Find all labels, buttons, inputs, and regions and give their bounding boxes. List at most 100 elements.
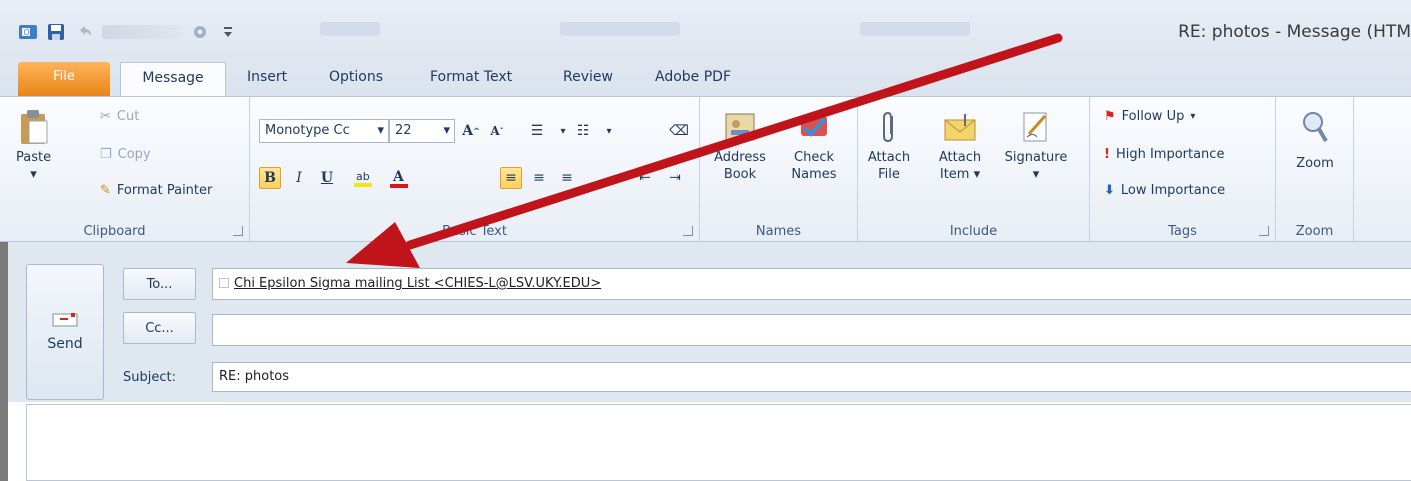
align-right-icon[interactable]: ≡ <box>556 167 578 189</box>
window-title: RE: photos - Message (HTM <box>1178 22 1411 42</box>
ribbon: Paste ▾ ✂ Cut ❐ Copy ✎ Format Painter Cl… <box>0 96 1411 243</box>
envelope-attach-icon <box>943 109 977 145</box>
follow-up-dropdown-icon: ▾ <box>1190 111 1196 122</box>
low-importance-button[interactable]: ⬇ Low Importance <box>1104 183 1225 198</box>
zoom-group: Zoom Zoom <box>1276 97 1354 243</box>
font-size-select[interactable]: 22 ▾ <box>389 119 455 143</box>
clear-formatting-icon[interactable]: ⌫ <box>668 120 690 142</box>
outlook-app-icon[interactable]: O <box>18 22 38 42</box>
include-group-label: Include <box>949 224 998 239</box>
copy-button[interactable]: ❐ Copy <box>100 147 151 162</box>
options-icon[interactable] <box>190 22 210 42</box>
basic-text-group: Monotype Cc ▾ 22 ▾ A ^ Aˇ ☰ ▾ ☷ ▾ ⌫ B I U… <box>250 97 700 243</box>
signature-button[interactable]: Signature ▾ <box>1000 109 1072 183</box>
attach-item-dropdown-icon[interactable]: ▾ <box>974 167 981 182</box>
recipient-checkbox-icon <box>219 278 229 288</box>
tags-group: ⚑ Follow Up ▾ ! High Importance ⬇ Low Im… <box>1090 97 1276 243</box>
highlight-icon[interactable]: ab <box>352 167 374 189</box>
grow-font-icon[interactable]: A ^ <box>460 120 482 142</box>
send-button[interactable]: Send <box>26 264 104 400</box>
svg-text:ab: ab <box>356 170 370 183</box>
svg-text:A: A <box>392 169 405 185</box>
tab-adobe-pdf[interactable]: Adobe PDF <box>655 62 731 96</box>
scissors-icon: ✂ <box>100 109 111 124</box>
zoom-button[interactable]: Zoom <box>1284 109 1346 172</box>
font-color-icon[interactable]: A <box>388 167 410 189</box>
ribbon-tabs: File Message Insert Options Format Text … <box>0 58 1411 96</box>
title-bar: O RE: photos - Message (HTM <box>0 0 1411 58</box>
basic-text-dialog-launcher-icon[interactable] <box>683 226 693 236</box>
cc-button[interactable]: Cc... <box>123 312 196 344</box>
blurred-region <box>860 22 970 36</box>
clipboard-dialog-launcher-icon[interactable] <box>233 226 243 236</box>
high-importance-button[interactable]: ! High Importance <box>1104 147 1224 162</box>
check-names-icon <box>797 109 831 145</box>
tab-options[interactable]: Options <box>329 62 383 96</box>
bullets-dropdown-icon[interactable]: ▾ <box>552 120 574 142</box>
flag-icon: ⚑ <box>1104 109 1116 124</box>
exclamation-icon: ! <box>1104 147 1110 162</box>
format-painter-button[interactable]: ✎ Format Painter <box>100 183 212 198</box>
paste-button[interactable]: Paste ▾ <box>16 109 51 183</box>
magnifier-icon <box>1298 109 1332 145</box>
tab-format-text[interactable]: Format Text <box>430 62 512 96</box>
tab-message[interactable]: Message <box>120 62 226 96</box>
subject-label: Subject: <box>123 370 176 385</box>
numbering-icon[interactable]: ☷ <box>572 120 594 142</box>
align-center-icon[interactable]: ≡ <box>528 167 550 189</box>
names-group: Address Book Check Names Names <box>700 97 858 243</box>
attach-item-button[interactable]: Attach Item ▾ <box>932 109 988 183</box>
font-size-dropdown-icon: ▾ <box>443 123 450 138</box>
align-left-icon[interactable]: ≡ <box>500 167 522 189</box>
font-name-select[interactable]: Monotype Cc ▾ <box>259 119 389 143</box>
send-envelope-icon <box>52 312 78 332</box>
increase-indent-icon[interactable]: ⇥ <box>664 167 686 189</box>
paperclip-icon <box>872 109 906 145</box>
zoom-group-label: Zoom <box>1295 224 1334 239</box>
cc-field[interactable] <box>212 314 1411 346</box>
paste-icon <box>17 109 51 145</box>
underline-button[interactable]: U <box>316 167 338 189</box>
clipboard-group: Paste ▾ ✂ Cut ❐ Copy ✎ Format Painter Cl… <box>0 97 250 243</box>
include-group: Attach File Attach Item ▾ Signature ▾ In… <box>858 97 1090 243</box>
decrease-indent-icon[interactable]: ⇤ <box>634 167 656 189</box>
down-arrow-icon: ⬇ <box>1104 183 1115 198</box>
address-book-icon <box>723 109 757 145</box>
shrink-font-icon[interactable]: Aˇ <box>486 120 508 142</box>
tab-review[interactable]: Review <box>563 62 613 96</box>
check-names-button[interactable]: Check Names <box>784 109 844 183</box>
to-field[interactable]: Chi Epsilon Sigma mailing List <CHIES-L@… <box>212 268 1411 300</box>
signature-icon <box>1019 109 1053 145</box>
redo-icon[interactable] <box>102 25 182 39</box>
subject-field[interactable]: RE: photos <box>212 362 1411 392</box>
copy-icon: ❐ <box>100 147 112 162</box>
follow-up-button[interactable]: ⚑ Follow Up ▾ <box>1104 109 1195 124</box>
tags-group-label: Tags <box>1168 224 1197 239</box>
paintbrush-icon: ✎ <box>100 183 111 198</box>
tab-insert[interactable]: Insert <box>247 62 287 96</box>
save-icon[interactable] <box>46 22 66 42</box>
tags-dialog-launcher-icon[interactable] <box>1259 226 1269 236</box>
blurred-region <box>320 22 380 36</box>
bold-button[interactable]: B <box>259 167 281 189</box>
signature-dropdown-icon[interactable]: ▾ <box>1033 166 1040 183</box>
clipboard-group-label: Clipboard <box>83 224 146 239</box>
quick-access-toolbar: O <box>18 22 238 42</box>
numbering-dropdown-icon[interactable]: ▾ <box>598 120 620 142</box>
recipient-chip[interactable]: Chi Epsilon Sigma mailing List <CHIES-L@… <box>234 276 601 291</box>
address-book-button[interactable]: Address Book <box>710 109 770 183</box>
to-button[interactable]: To... <box>123 268 196 300</box>
bullets-icon[interactable]: ☰ <box>526 120 548 142</box>
svg-text:O: O <box>24 28 30 37</box>
font-name-dropdown-icon: ▾ <box>377 123 384 138</box>
tab-file[interactable]: File <box>18 62 110 96</box>
paste-dropdown-icon[interactable]: ▾ <box>30 166 37 183</box>
window-edge <box>0 242 8 481</box>
message-body[interactable] <box>26 404 1411 481</box>
customize-qat-icon[interactable] <box>218 22 238 42</box>
cut-button[interactable]: ✂ Cut <box>100 109 139 124</box>
italic-button[interactable]: I <box>288 167 310 189</box>
names-group-label: Names <box>755 224 802 239</box>
undo-icon[interactable] <box>74 22 94 42</box>
attach-file-button[interactable]: Attach File <box>864 109 914 183</box>
